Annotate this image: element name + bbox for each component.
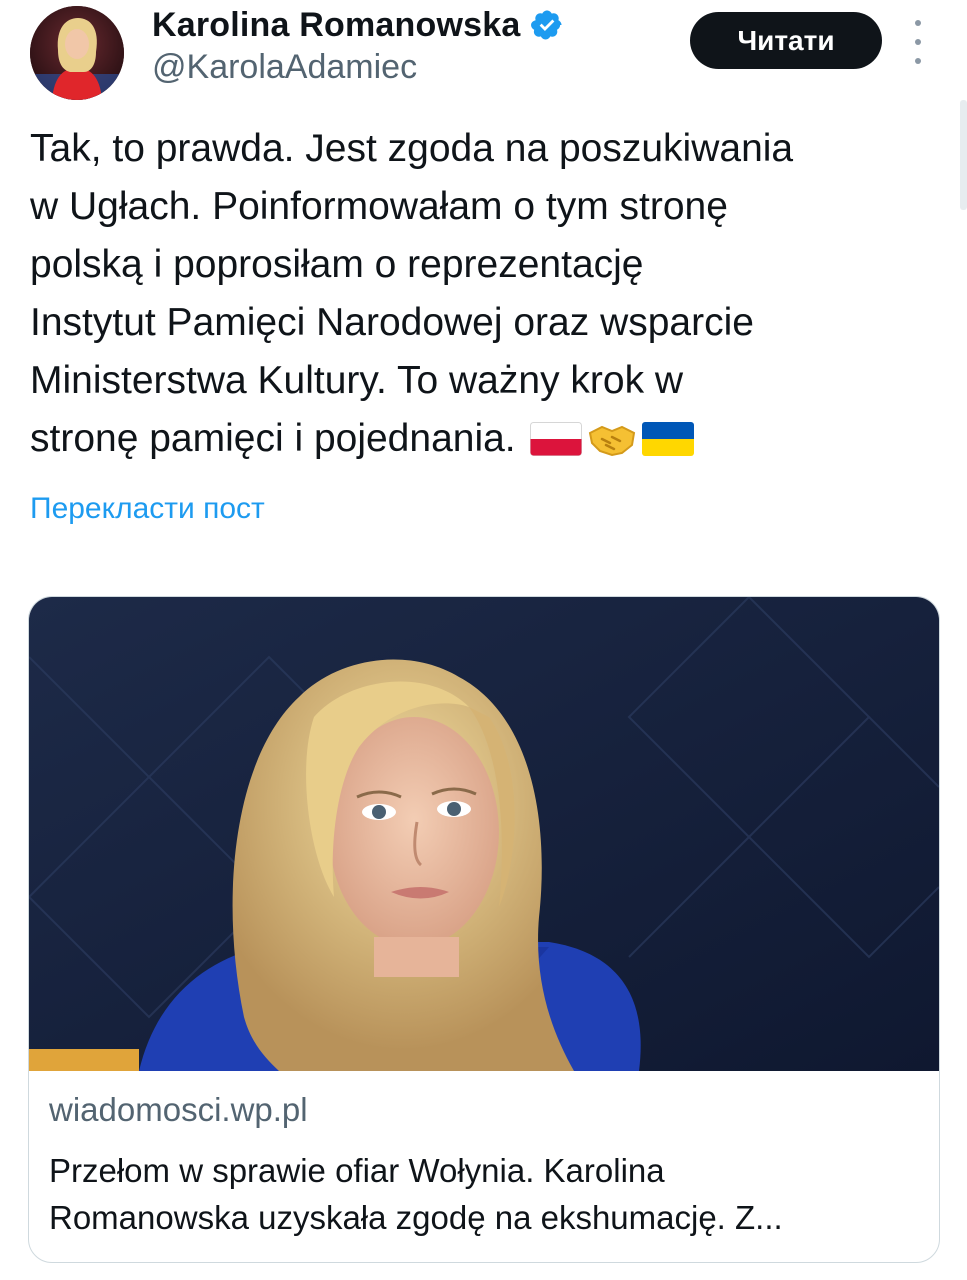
scrollbar[interactable] bbox=[960, 100, 967, 210]
article-photo bbox=[29, 597, 939, 1071]
card-title-line: Romanowska uzyskała zgodę na ekshumację.… bbox=[49, 1199, 783, 1236]
post-text-last-line: stronę pamięci i pojednania. bbox=[30, 410, 945, 468]
card-title: Przełom w sprawie ofiar Wołynia. Karolin… bbox=[49, 1147, 919, 1241]
flag-poland-icon bbox=[529, 422, 582, 456]
post-text-line: Instytut Pamięci Narodowej oraz wsparcie bbox=[30, 301, 754, 344]
avatar-image bbox=[30, 6, 124, 100]
card-image[interactable] bbox=[29, 597, 939, 1071]
verified-badge-icon bbox=[531, 10, 562, 40]
link-preview-card[interactable]: wiadomosci.wp.pl Przełom w sprawie ofiar… bbox=[28, 596, 940, 1263]
more-options-icon[interactable] bbox=[906, 20, 930, 64]
translate-post-link[interactable]: Перекласти пост bbox=[30, 492, 265, 526]
card-domain: wiadomosci.wp.pl bbox=[49, 1091, 308, 1128]
flag-ukraine-icon bbox=[641, 422, 694, 456]
author-name-row[interactable]: Karolina Romanowska bbox=[152, 2, 564, 48]
handshake-icon bbox=[588, 425, 635, 457]
follow-button[interactable]: Читати bbox=[690, 12, 882, 69]
author-display-name[interactable]: Karolina Romanowska bbox=[152, 6, 520, 45]
post-text: Tak, to prawda. Jest zgoda na poszukiwan… bbox=[30, 120, 945, 468]
emoji-group bbox=[529, 419, 694, 459]
post-text-line: stronę pamięci i pojednania. bbox=[30, 417, 516, 460]
post-text-line: Tak, to prawda. Jest zgoda na poszukiwan… bbox=[30, 127, 794, 170]
author-handle[interactable]: @KarolaAdamiec bbox=[152, 48, 417, 87]
avatar[interactable] bbox=[30, 6, 124, 100]
post-text-line: polską i poprosiłam o reprezentację bbox=[30, 243, 644, 286]
card-title-line: Przełom w sprawie ofiar Wołynia. Karolin… bbox=[49, 1152, 665, 1189]
post-text-line: Ministerstwa Kultury. To ważny krok w bbox=[30, 359, 684, 402]
post-text-line: w Ugłach. Poinformowałam o tym stronę bbox=[30, 185, 728, 228]
